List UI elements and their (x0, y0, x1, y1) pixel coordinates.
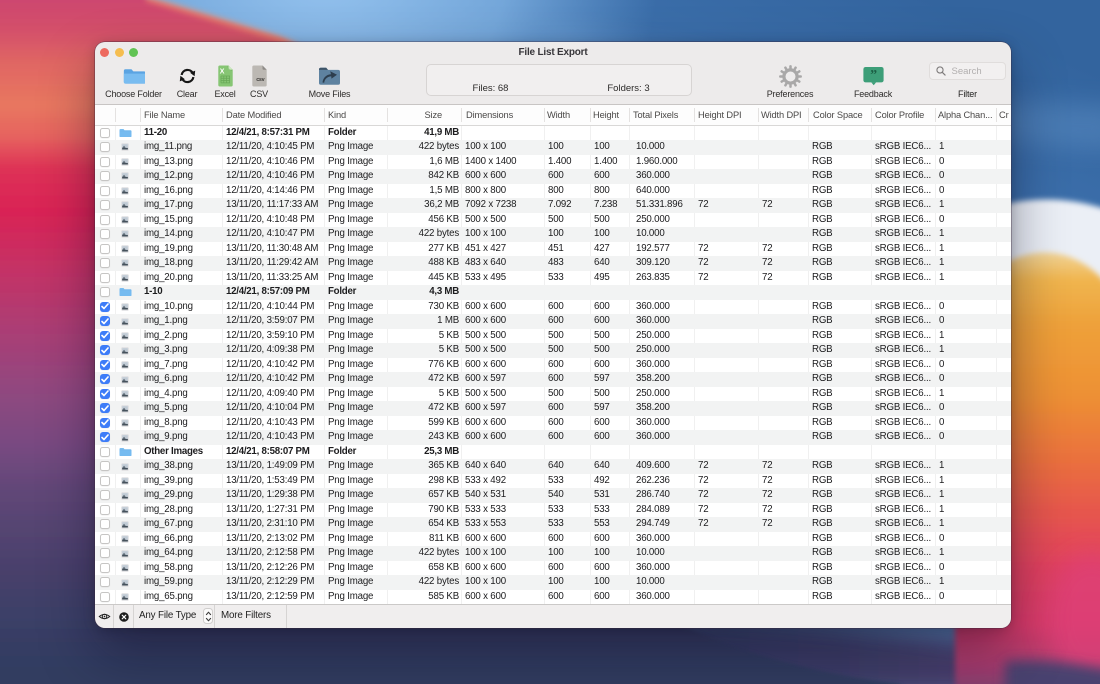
svg-text:X: X (219, 69, 224, 76)
svg-text:”: ” (870, 68, 877, 83)
svg-text:csv: csv (256, 77, 264, 83)
